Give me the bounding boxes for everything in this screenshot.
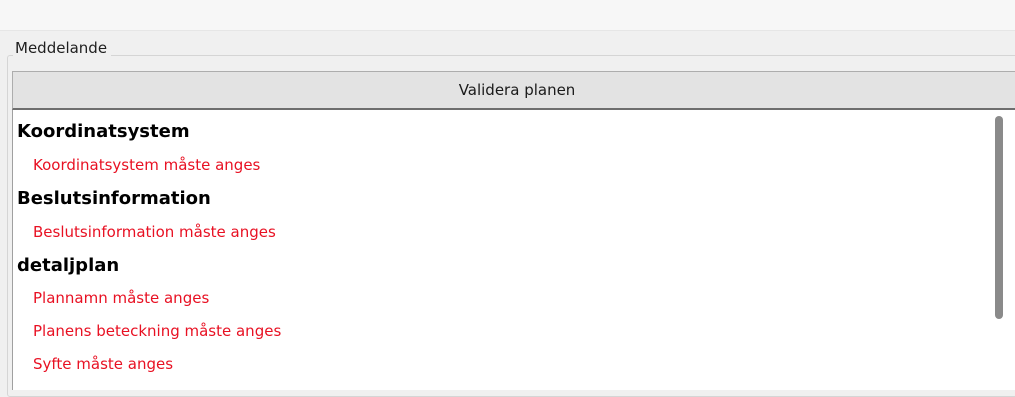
section-header-beslutsinformation: Beslutsinformation xyxy=(17,188,211,209)
message-group-label: Meddelande xyxy=(13,38,112,58)
error-message[interactable]: Beslutsinformation måste anges xyxy=(33,222,276,242)
section-header-detaljplan: detaljplan xyxy=(17,255,120,276)
error-message[interactable]: Syfte måste anges xyxy=(33,354,173,374)
top-panel xyxy=(0,0,1015,31)
vertical-scrollbar-thumb[interactable] xyxy=(995,116,1003,319)
section-header-koordinatsystem: Koordinatsystem xyxy=(17,121,190,142)
error-message[interactable]: Koordinatsystem måste anges xyxy=(33,155,260,175)
error-message[interactable]: Planens beteckning måste anges xyxy=(33,321,281,341)
validate-plan-button[interactable]: Validera planen xyxy=(12,71,1015,110)
error-message[interactable]: Plannamn måste anges xyxy=(33,288,209,308)
validation-message-list[interactable]: Koordinatsystem Koordinatsystem måste an… xyxy=(12,110,1015,390)
